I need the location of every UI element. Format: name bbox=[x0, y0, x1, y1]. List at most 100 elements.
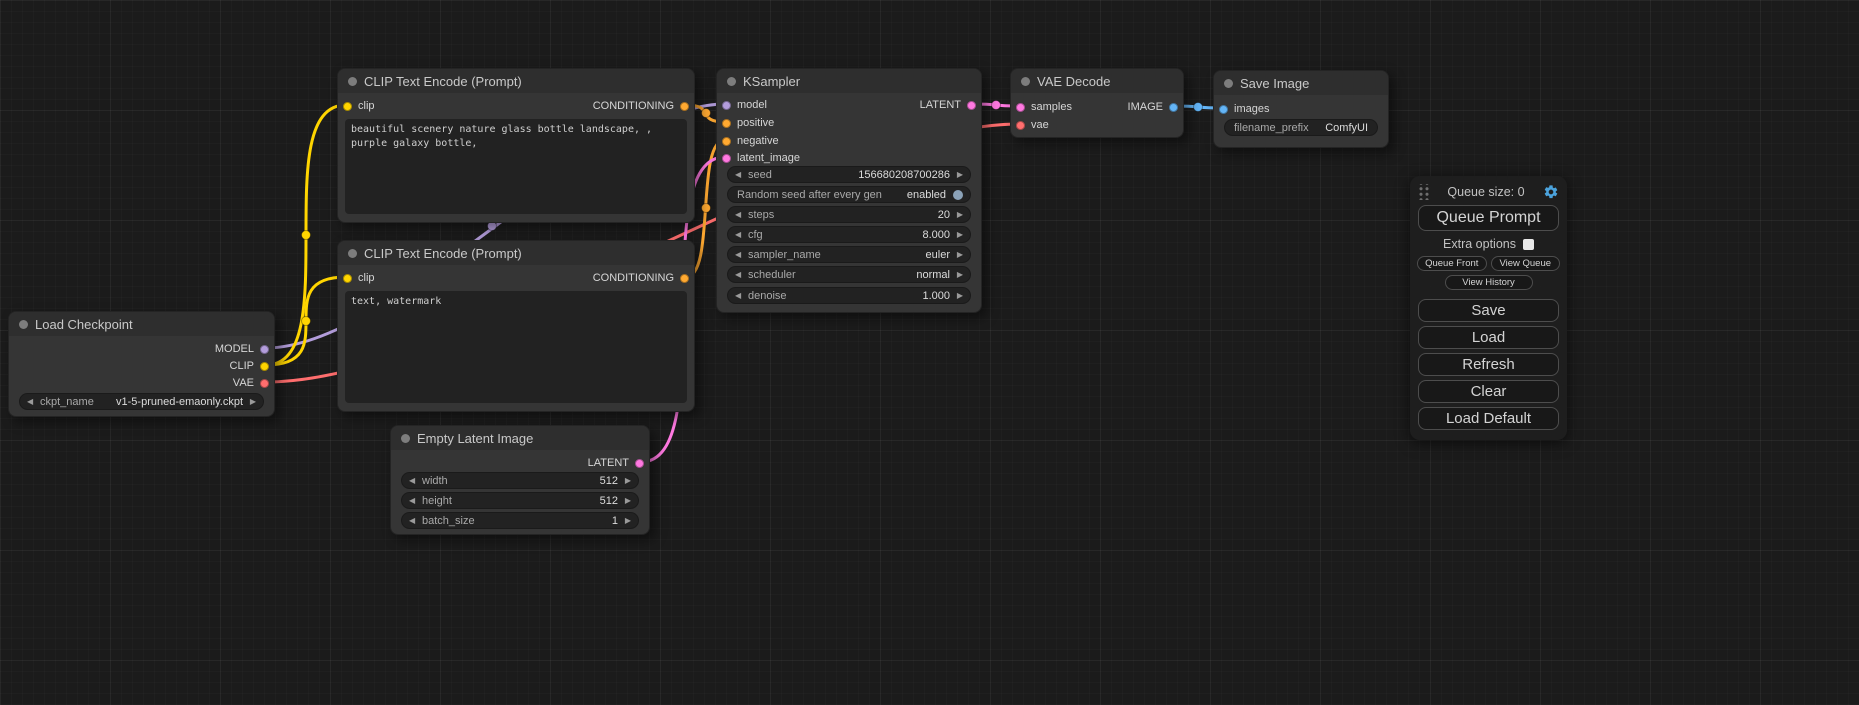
decrement-arrow-icon[interactable]: ◀ bbox=[27, 398, 38, 406]
increment-arrow-icon[interactable]: ▶ bbox=[952, 271, 963, 279]
output-port-clip[interactable]: CLIP bbox=[14, 359, 269, 373]
node-load-checkpoint[interactable]: Load Checkpoint MODEL CLIP VAE ◀ ckpt_na… bbox=[8, 311, 275, 417]
port-dot-conditioning[interactable] bbox=[722, 119, 731, 128]
save-button[interactable]: Save bbox=[1418, 299, 1559, 322]
input-port-images[interactable]: images bbox=[1219, 102, 1383, 116]
input-port-positive[interactable]: positive bbox=[722, 116, 976, 130]
port-label: LATENT bbox=[588, 457, 629, 469]
port-dot-vae[interactable] bbox=[1016, 121, 1025, 130]
node-graph-canvas[interactable]: Load Checkpoint MODEL CLIP VAE ◀ ckpt_na… bbox=[0, 0, 1859, 705]
widget-width[interactable]: ◀ width 512 ▶ bbox=[401, 472, 639, 489]
extra-options-checkbox[interactable] bbox=[1523, 239, 1534, 250]
widget-height[interactable]: ◀ height 512 ▶ bbox=[401, 492, 639, 509]
input-port-negative[interactable]: negative bbox=[722, 134, 976, 148]
port-dot-image[interactable] bbox=[1219, 105, 1228, 114]
node-collapse-dot[interactable] bbox=[727, 77, 736, 86]
decrement-arrow-icon[interactable]: ◀ bbox=[735, 271, 746, 279]
refresh-button[interactable]: Refresh bbox=[1418, 353, 1559, 376]
decrement-arrow-icon[interactable]: ◀ bbox=[735, 231, 746, 239]
widget-random-seed-toggle[interactable]: Random seed after every gen enabled bbox=[727, 186, 971, 203]
port-dot-conditioning[interactable] bbox=[680, 274, 689, 283]
port-dot-latent[interactable] bbox=[722, 154, 731, 163]
prompt-textarea[interactable]: beautiful scenery nature glass bottle la… bbox=[345, 119, 687, 214]
node-ksampler[interactable]: KSampler model positive negative latent_… bbox=[716, 68, 982, 313]
node-clip-text-encode-negative[interactable]: CLIP Text Encode (Prompt) clip CONDITION… bbox=[337, 240, 695, 412]
node-title-bar[interactable]: CLIP Text Encode (Prompt) bbox=[338, 69, 694, 93]
node-vae-decode[interactable]: VAE Decode samples vae IMAGE bbox=[1010, 68, 1184, 138]
output-port-conditioning[interactable]: CONDITIONING bbox=[343, 271, 689, 285]
increment-arrow-icon[interactable]: ▶ bbox=[620, 517, 631, 525]
queue-front-button[interactable]: Queue Front bbox=[1417, 256, 1487, 271]
node-save-image[interactable]: Save Image images filename_prefix ComfyU… bbox=[1213, 70, 1389, 148]
port-dot-vae[interactable] bbox=[260, 379, 269, 388]
widget-steps[interactable]: ◀ steps 20 ▶ bbox=[727, 206, 971, 223]
increment-arrow-icon[interactable]: ▶ bbox=[952, 231, 963, 239]
view-history-button[interactable]: View History bbox=[1445, 275, 1533, 290]
output-port-conditioning[interactable]: CONDITIONING bbox=[343, 99, 689, 113]
increment-arrow-icon[interactable]: ▶ bbox=[952, 251, 963, 259]
prompt-textarea[interactable]: text, watermark bbox=[345, 291, 687, 403]
decrement-arrow-icon[interactable]: ◀ bbox=[409, 477, 420, 485]
node-title-bar[interactable]: Load Checkpoint bbox=[9, 312, 274, 336]
widget-seed[interactable]: ◀ seed 156680208700286 ▶ bbox=[727, 166, 971, 183]
port-dot-latent[interactable] bbox=[635, 459, 644, 468]
node-collapse-dot[interactable] bbox=[401, 434, 410, 443]
node-title-bar[interactable]: Empty Latent Image bbox=[391, 426, 649, 450]
load-default-button[interactable]: Load Default bbox=[1418, 407, 1559, 430]
drag-handle-icon[interactable] bbox=[1417, 184, 1429, 200]
widget-denoise[interactable]: ◀ denoise 1.000 ▶ bbox=[727, 287, 971, 304]
node-collapse-dot[interactable] bbox=[348, 77, 357, 86]
widget-value: normal bbox=[916, 269, 950, 281]
widget-sampler-name[interactable]: ◀ sampler_name euler ▶ bbox=[727, 246, 971, 263]
node-title-bar[interactable]: CLIP Text Encode (Prompt) bbox=[338, 241, 694, 265]
output-port-vae[interactable]: VAE bbox=[14, 376, 269, 390]
port-dot-clip[interactable] bbox=[260, 362, 269, 371]
widget-scheduler[interactable]: ◀ scheduler normal ▶ bbox=[727, 266, 971, 283]
increment-arrow-icon[interactable]: ▶ bbox=[620, 477, 631, 485]
node-collapse-dot[interactable] bbox=[1021, 77, 1030, 86]
decrement-arrow-icon[interactable]: ◀ bbox=[409, 517, 420, 525]
node-title-bar[interactable]: Save Image bbox=[1214, 71, 1388, 95]
widget-ckpt-name[interactable]: ◀ ckpt_name v1-5-pruned-emaonly.ckpt ▶ bbox=[19, 393, 264, 410]
load-button[interactable]: Load bbox=[1418, 326, 1559, 349]
increment-arrow-icon[interactable]: ▶ bbox=[245, 398, 256, 406]
increment-arrow-icon[interactable]: ▶ bbox=[952, 171, 963, 179]
widget-cfg[interactable]: ◀ cfg 8.000 ▶ bbox=[727, 226, 971, 243]
output-port-model[interactable]: MODEL bbox=[14, 342, 269, 356]
port-dot-conditioning[interactable] bbox=[680, 102, 689, 111]
toggle-dot-icon[interactable] bbox=[953, 190, 963, 200]
decrement-arrow-icon[interactable]: ◀ bbox=[735, 292, 746, 300]
input-port-latent-image[interactable]: latent_image bbox=[722, 151, 976, 165]
node-collapse-dot[interactable] bbox=[1224, 79, 1233, 88]
input-port-vae[interactable]: vae bbox=[1016, 118, 1178, 132]
node-title-bar[interactable]: VAE Decode bbox=[1011, 69, 1183, 93]
increment-arrow-icon[interactable]: ▶ bbox=[952, 292, 963, 300]
node-clip-text-encode-positive[interactable]: CLIP Text Encode (Prompt) clip CONDITION… bbox=[337, 68, 695, 223]
node-title: CLIP Text Encode (Prompt) bbox=[364, 74, 522, 89]
increment-arrow-icon[interactable]: ▶ bbox=[952, 211, 963, 219]
decrement-arrow-icon[interactable]: ◀ bbox=[735, 251, 746, 259]
port-dot-conditioning[interactable] bbox=[722, 137, 731, 146]
port-dot-model[interactable] bbox=[260, 345, 269, 354]
node-collapse-dot[interactable] bbox=[19, 320, 28, 329]
output-port-latent[interactable]: LATENT bbox=[722, 98, 976, 112]
node-title-bar[interactable]: KSampler bbox=[717, 69, 981, 93]
increment-arrow-icon[interactable]: ▶ bbox=[620, 497, 631, 505]
port-dot-image[interactable] bbox=[1169, 103, 1178, 112]
widget-filename-prefix[interactable]: filename_prefix ComfyUI bbox=[1224, 119, 1378, 136]
node-title: Empty Latent Image bbox=[417, 431, 533, 446]
view-queue-button[interactable]: View Queue bbox=[1491, 256, 1561, 271]
decrement-arrow-icon[interactable]: ◀ bbox=[409, 497, 420, 505]
output-port-latent[interactable]: LATENT bbox=[396, 456, 644, 470]
node-collapse-dot[interactable] bbox=[348, 249, 357, 258]
output-port-image[interactable]: IMAGE bbox=[1016, 100, 1178, 114]
decrement-arrow-icon[interactable]: ◀ bbox=[735, 171, 746, 179]
settings-gear-icon[interactable] bbox=[1543, 184, 1559, 200]
node-empty-latent-image[interactable]: Empty Latent Image LATENT ◀ width 512 ▶ … bbox=[390, 425, 650, 535]
widget-label: ckpt_name bbox=[40, 396, 94, 408]
widget-batch-size[interactable]: ◀ batch_size 1 ▶ bbox=[401, 512, 639, 529]
port-dot-latent[interactable] bbox=[967, 101, 976, 110]
clear-button[interactable]: Clear bbox=[1418, 380, 1559, 403]
decrement-arrow-icon[interactable]: ◀ bbox=[735, 211, 746, 219]
queue-prompt-button[interactable]: Queue Prompt bbox=[1418, 205, 1559, 231]
